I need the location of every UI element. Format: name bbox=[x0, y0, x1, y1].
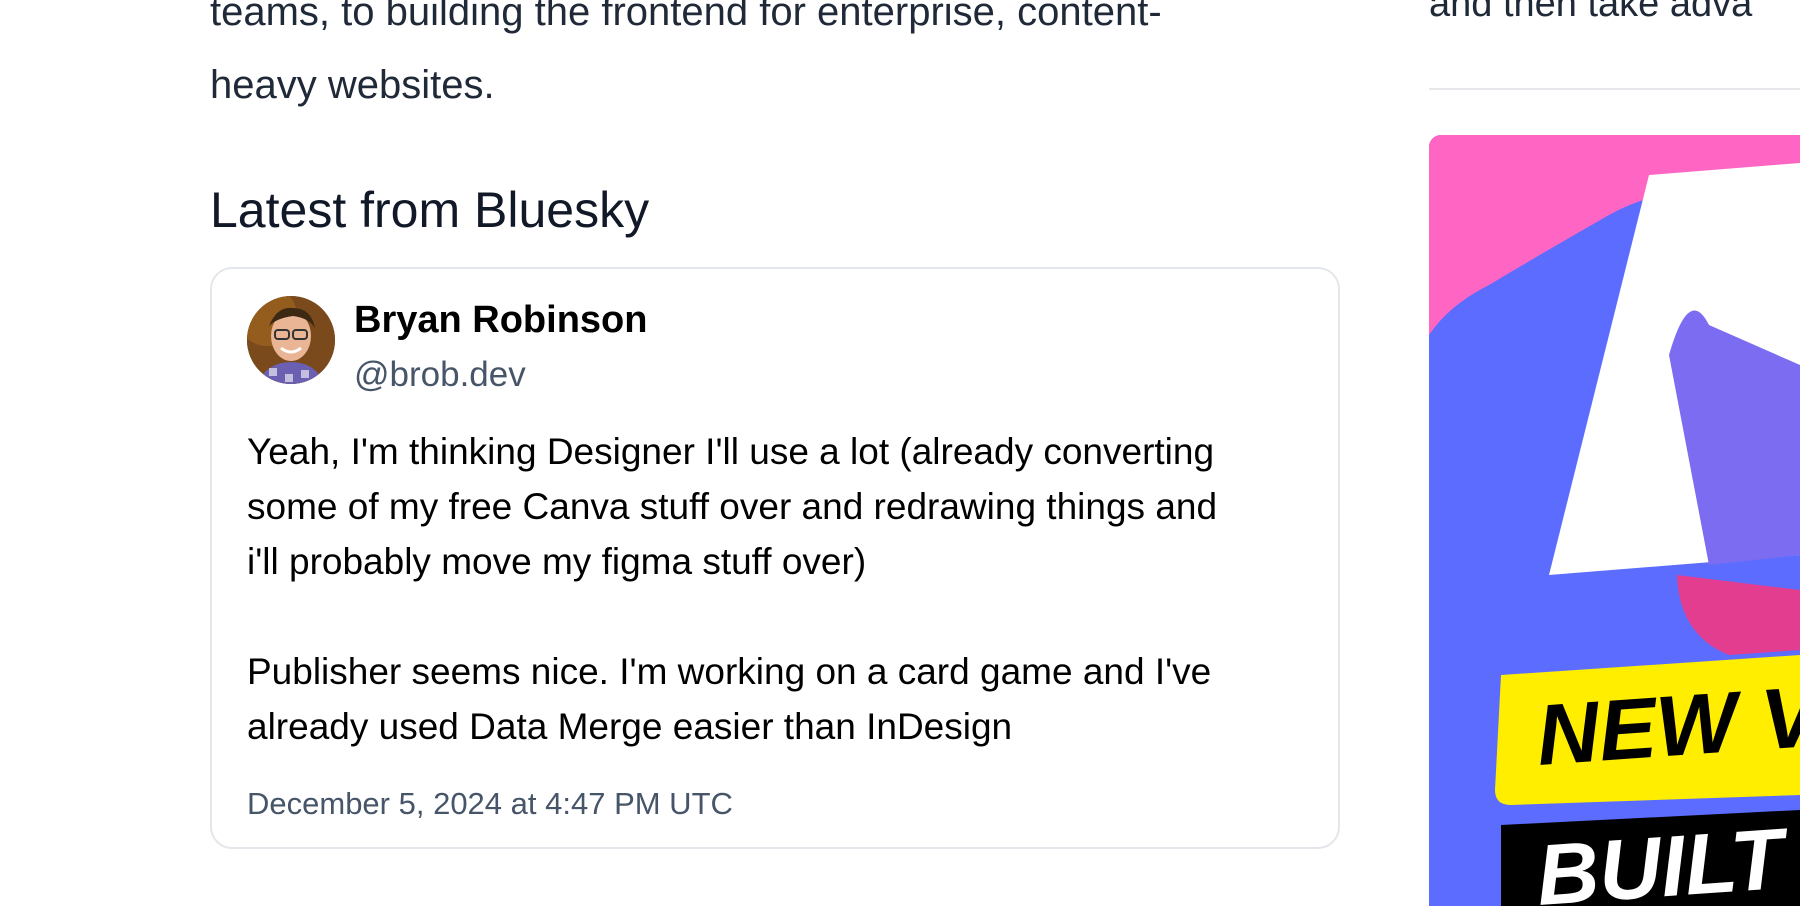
post-line-blank bbox=[247, 589, 1307, 644]
sidebar-divider bbox=[1429, 88, 1800, 90]
bluesky-post-card[interactable]: Bryan Robinson @brob.dev Yeah, I'm think… bbox=[210, 267, 1340, 849]
post-line: Yeah, I'm thinking Designer I'll use a l… bbox=[247, 431, 1215, 472]
promo-banner[interactable]: NEW V BUILT bbox=[1429, 135, 1800, 906]
post-body: Yeah, I'm thinking Designer I'll use a l… bbox=[247, 424, 1307, 754]
sidebar: and then take adva NEW V BUILT bbox=[1429, 0, 1800, 906]
post-line: already used Data Merge easier than InDe… bbox=[247, 706, 1013, 747]
post-line: some of my free Canva stuff over and red… bbox=[247, 486, 1218, 527]
author-name[interactable]: Bryan Robinson bbox=[354, 297, 647, 343]
post-line: i'll probably move my figma stuff over) bbox=[247, 541, 867, 582]
promo-banner-line-1: NEW V bbox=[1534, 668, 1800, 784]
intro-line-2: heavy websites. bbox=[210, 63, 495, 107]
post-timestamp[interactable]: December 5, 2024 at 4:47 PM UTC bbox=[247, 784, 733, 824]
sidebar-text: and then take adva bbox=[1429, 0, 1753, 25]
section-title-bluesky: Latest from Bluesky bbox=[210, 182, 650, 238]
post-line: Publisher seems nice. I'm working on a c… bbox=[247, 651, 1212, 692]
avatar[interactable] bbox=[247, 296, 335, 384]
intro-paragraph: teams, to building the frontend for ente… bbox=[210, 0, 1342, 122]
promo-banner-line-2: BUILT bbox=[1534, 811, 1793, 906]
page: teams, to building the frontend for ente… bbox=[0, 0, 1800, 906]
author-handle[interactable]: @brob.dev bbox=[354, 353, 526, 397]
intro-line-1: teams, to building the frontend for ente… bbox=[210, 0, 1162, 34]
